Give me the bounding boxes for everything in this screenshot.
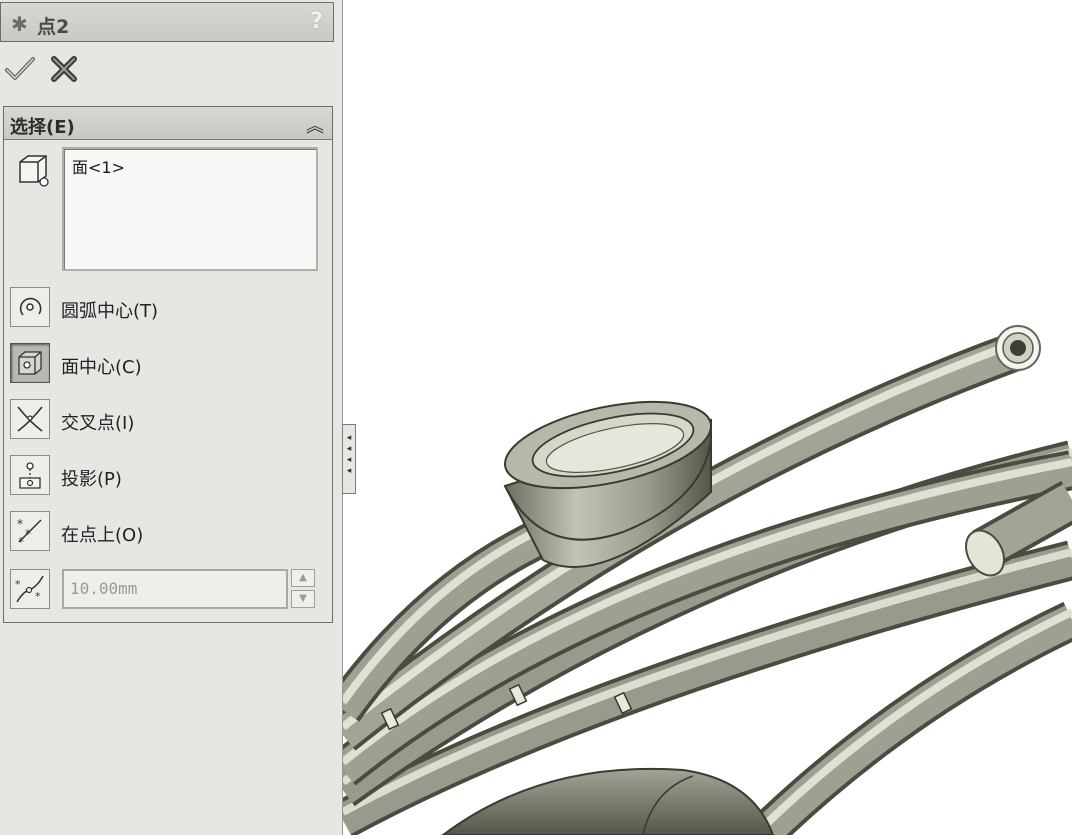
cancel-button[interactable] (48, 53, 80, 85)
property-manager-titlebar: ✱ 点2 ? (0, 2, 334, 42)
svg-text:*: * (15, 578, 21, 591)
face-center-button[interactable]: 面中心(C) (9, 343, 329, 387)
selection-group: 选择(E) ︽ 面<1> 圆弧中心(T) 面中心(C) 交叉点(I) 投影(P)… (3, 106, 333, 623)
on-point-label: 在点上(O) (61, 525, 144, 546)
projection-button[interactable]: 投影(P) (9, 455, 329, 499)
arc-center-label: 圆弧中心(T) (61, 301, 159, 322)
projection-icon (10, 455, 50, 495)
model-view[interactable] (326, 0, 1072, 839)
arc-center-icon (10, 287, 50, 327)
face-selection-icon (16, 152, 50, 188)
projection-label: 投影(P) (61, 469, 122, 490)
on-point-icon: * * * (10, 511, 50, 551)
intersection-label: 交叉点(I) (61, 413, 135, 434)
distance-input[interactable]: 10.00mm (62, 569, 288, 609)
selection-list[interactable]: 面<1> (62, 147, 318, 271)
face-center-label: 面中心(C) (61, 357, 142, 378)
face-center-icon (10, 343, 50, 383)
on-point-button[interactable]: * * * 在点上(O) (9, 511, 329, 555)
bottom-part (439, 767, 775, 836)
svg-text:*: * (35, 590, 41, 603)
selection-list-item[interactable]: 面<1> (72, 154, 125, 178)
selected-face[interactable] (995, 325, 1041, 371)
arc-center-button[interactable]: 圆弧中心(T) (9, 287, 329, 331)
svg-text:*: * (25, 527, 31, 541)
intersection-button[interactable]: 交叉点(I) (9, 399, 329, 443)
selection-group-header[interactable]: 选择(E) ︽ (4, 107, 332, 140)
distance-decrement-button[interactable]: ▼ (291, 590, 315, 608)
distance-increment-button[interactable]: ▲ (291, 569, 315, 587)
asterisk-icon: ✱ (11, 12, 28, 36)
check-icon (5, 57, 35, 80)
graphics-viewport[interactable] (326, 0, 1072, 839)
ok-button[interactable] (4, 53, 36, 85)
intersection-icon (10, 399, 50, 439)
svg-text:*: * (18, 535, 24, 546)
double-chevron-up-icon[interactable]: ︽ (306, 112, 324, 138)
selection-group-title: 选择(E) (10, 117, 75, 138)
close-icon (51, 56, 77, 82)
svg-text:*: * (17, 517, 23, 531)
help-icon[interactable]: ? (310, 9, 323, 34)
property-manager-panel: ✱ 点2 ? 选择(E) ︽ 面<1> 圆弧中心(T) 面中心(C) 交叉点(I… (0, 0, 343, 835)
feature-title: 点2 (37, 16, 70, 38)
distance-along-curve-icon: * * (10, 569, 50, 609)
